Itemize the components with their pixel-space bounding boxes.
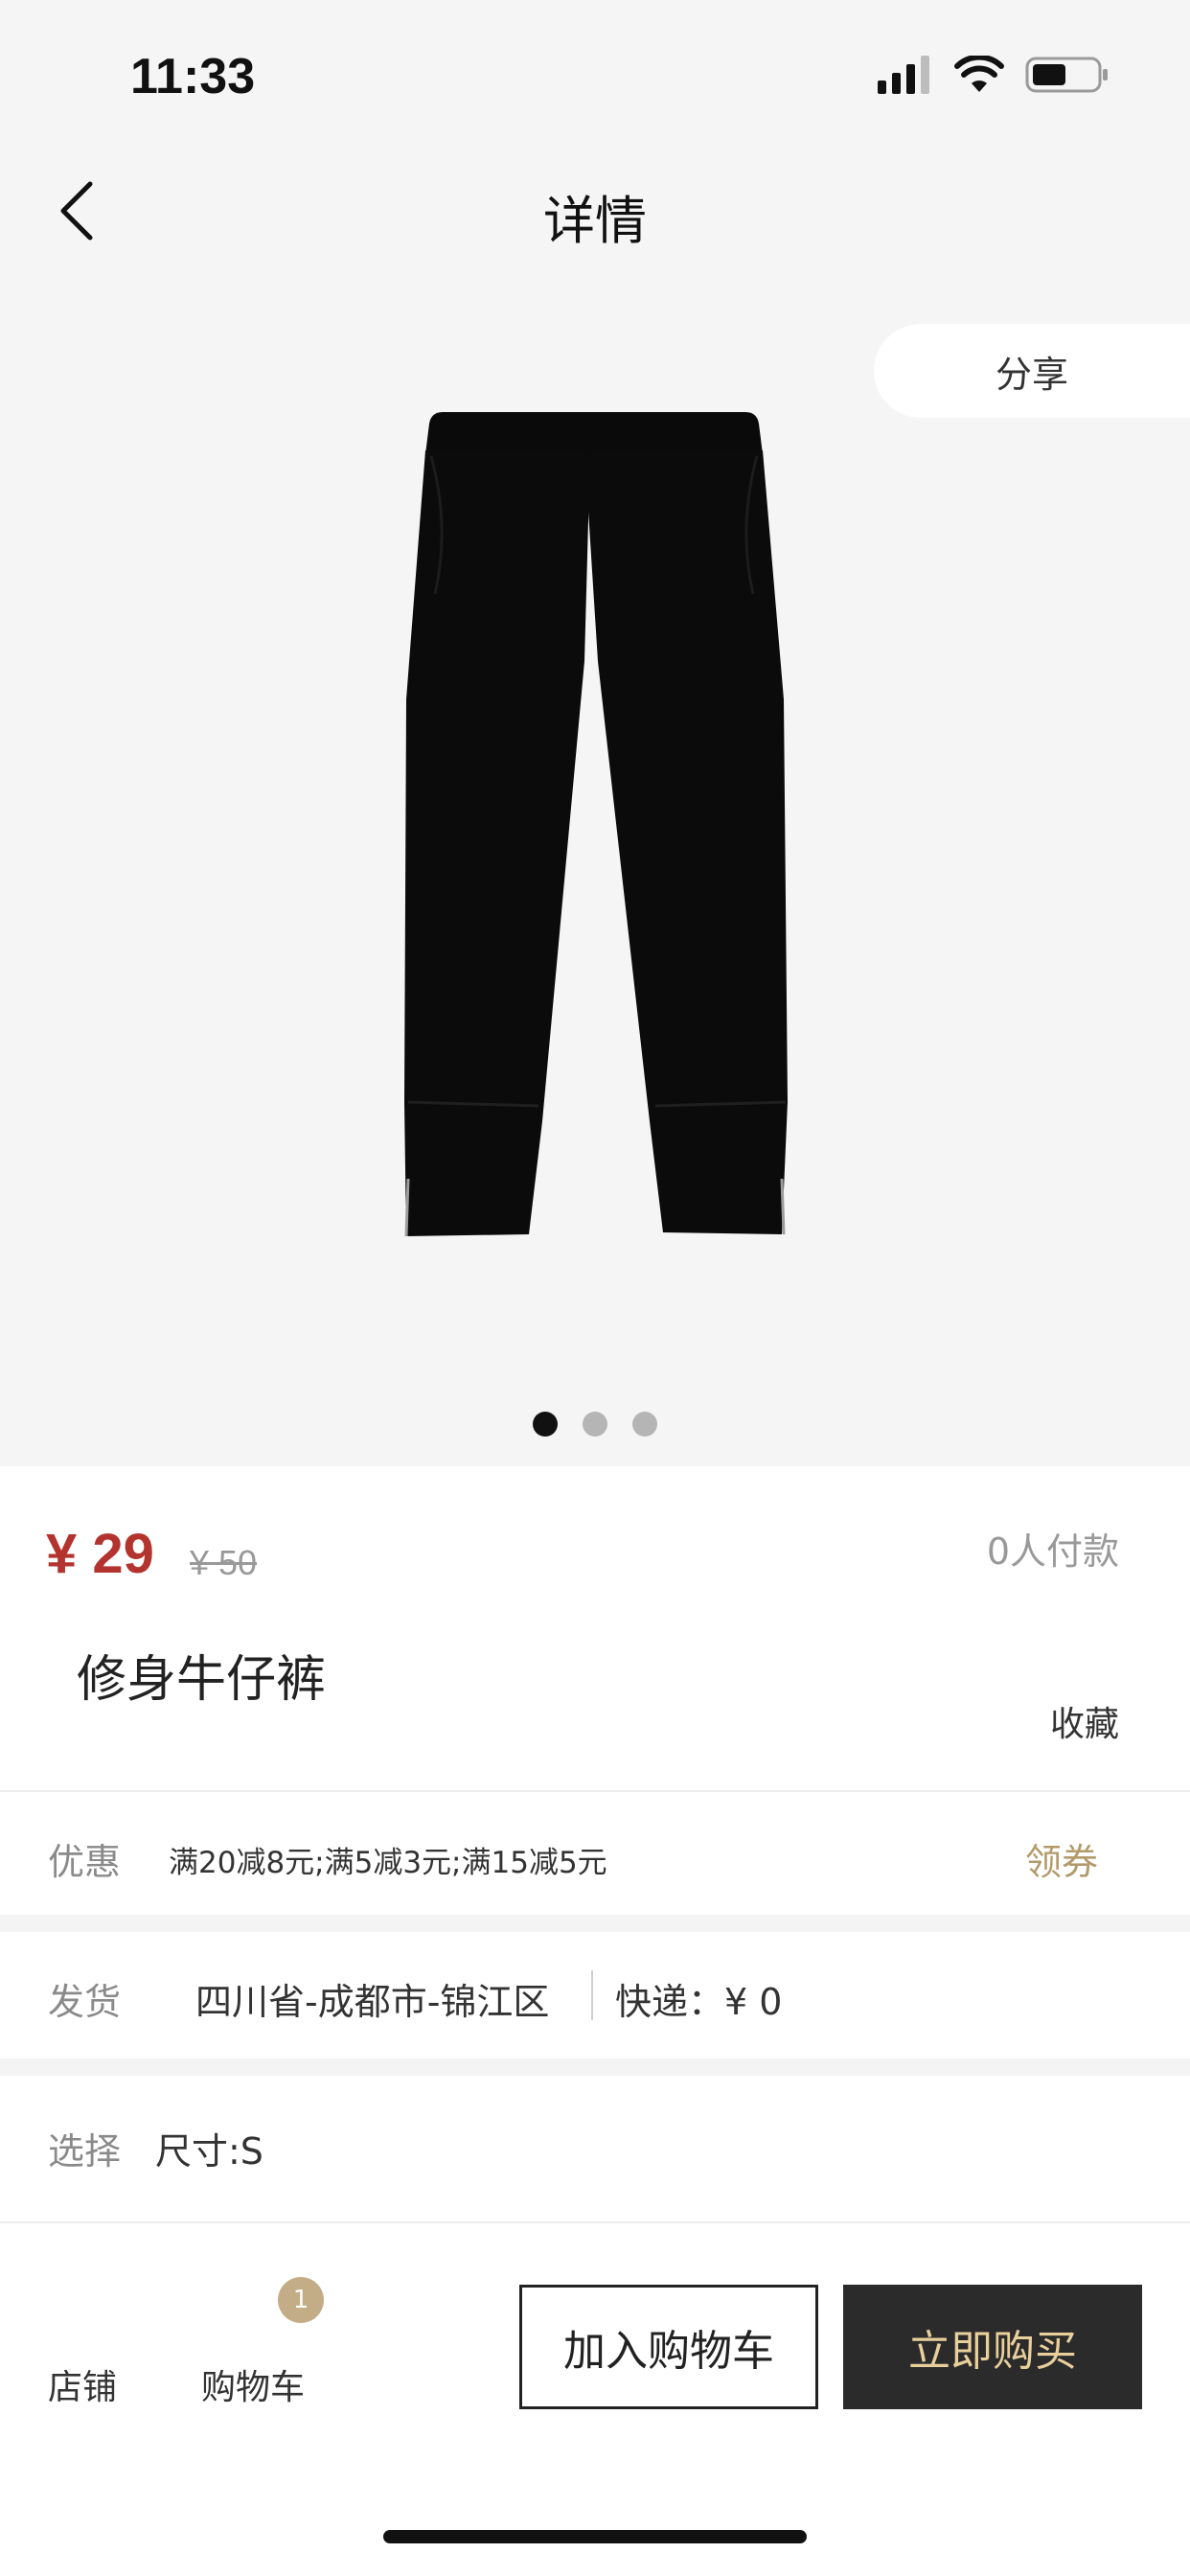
gallery-pagination: [0, 1412, 1190, 1437]
cart-count-badge: 1: [278, 2277, 324, 2323]
promo-text: 满20减8元;满5减3元;满15减5元: [169, 1846, 607, 1880]
section-gap: [0, 2058, 1190, 2076]
selection-value: 尺寸:S: [155, 2130, 263, 2173]
original-price: ¥ 50: [190, 1543, 258, 1582]
selection-label: 选择: [48, 2130, 122, 2173]
promo-row[interactable]: 优惠 满20减8元;满5减3元;满15减5元 领券: [0, 1792, 1190, 1915]
shipping-separator: [591, 1970, 593, 2020]
pants-image-icon: [404, 412, 788, 1237]
selection-row[interactable]: 选择 尺寸:S: [0, 2076, 1190, 2220]
status-icons: [878, 54, 1110, 98]
product-gallery[interactable]: 分享: [0, 278, 1190, 1466]
coupon-button[interactable]: 领券: [1025, 1832, 1098, 1885]
favorite-button[interactable]: 收藏: [1050, 1696, 1119, 1746]
pagination-dot-1[interactable]: [533, 1412, 558, 1437]
status-bar: 11:33: [0, 0, 1190, 144]
buy-now-button[interactable]: 立即购买: [843, 2285, 1142, 2409]
cart-tab[interactable]: 购物车: [201, 2359, 305, 2409]
promo-label: 优惠: [48, 1841, 122, 1883]
wifi-icon: [954, 54, 1004, 98]
price-section: ¥ 29 ¥ 50 0人付款 修身牛仔裤 收藏: [0, 1466, 1190, 1790]
signal-icon: [878, 56, 933, 98]
shipping-origin: 四川省-成都市-锦江区: [195, 1981, 550, 2023]
current-price: ¥ 29: [46, 1523, 154, 1585]
product-name: 修身牛仔裤: [77, 1651, 327, 1709]
status-time: 11:33: [130, 49, 256, 104]
store-tab[interactable]: 店铺: [48, 2359, 117, 2409]
paid-count: 0人付款: [986, 1530, 1119, 1573]
share-button[interactable]: 分享: [874, 324, 1190, 418]
bottom-action-bar: 店铺 购物车 1 加入购物车 立即购买: [0, 2221, 1190, 2576]
battery-icon: [1025, 56, 1110, 98]
pagination-dot-2[interactable]: [583, 1412, 607, 1437]
shipping-row[interactable]: 发货 四川省-成都市-锦江区 快递：¥ 0: [0, 1932, 1190, 2058]
product-image: [393, 412, 795, 1246]
home-indicator[interactable]: [383, 2530, 807, 2543]
shipping-label: 发货: [48, 1981, 122, 2023]
page-title: 详情: [543, 191, 647, 251]
add-to-cart-button[interactable]: 加入购物车: [519, 2285, 818, 2409]
nav-bar: 详情: [0, 144, 1190, 278]
shipping-fee: 快递：¥ 0: [615, 1981, 783, 2023]
pagination-dot-3[interactable]: [632, 1412, 657, 1437]
section-gap: [0, 1915, 1190, 1932]
